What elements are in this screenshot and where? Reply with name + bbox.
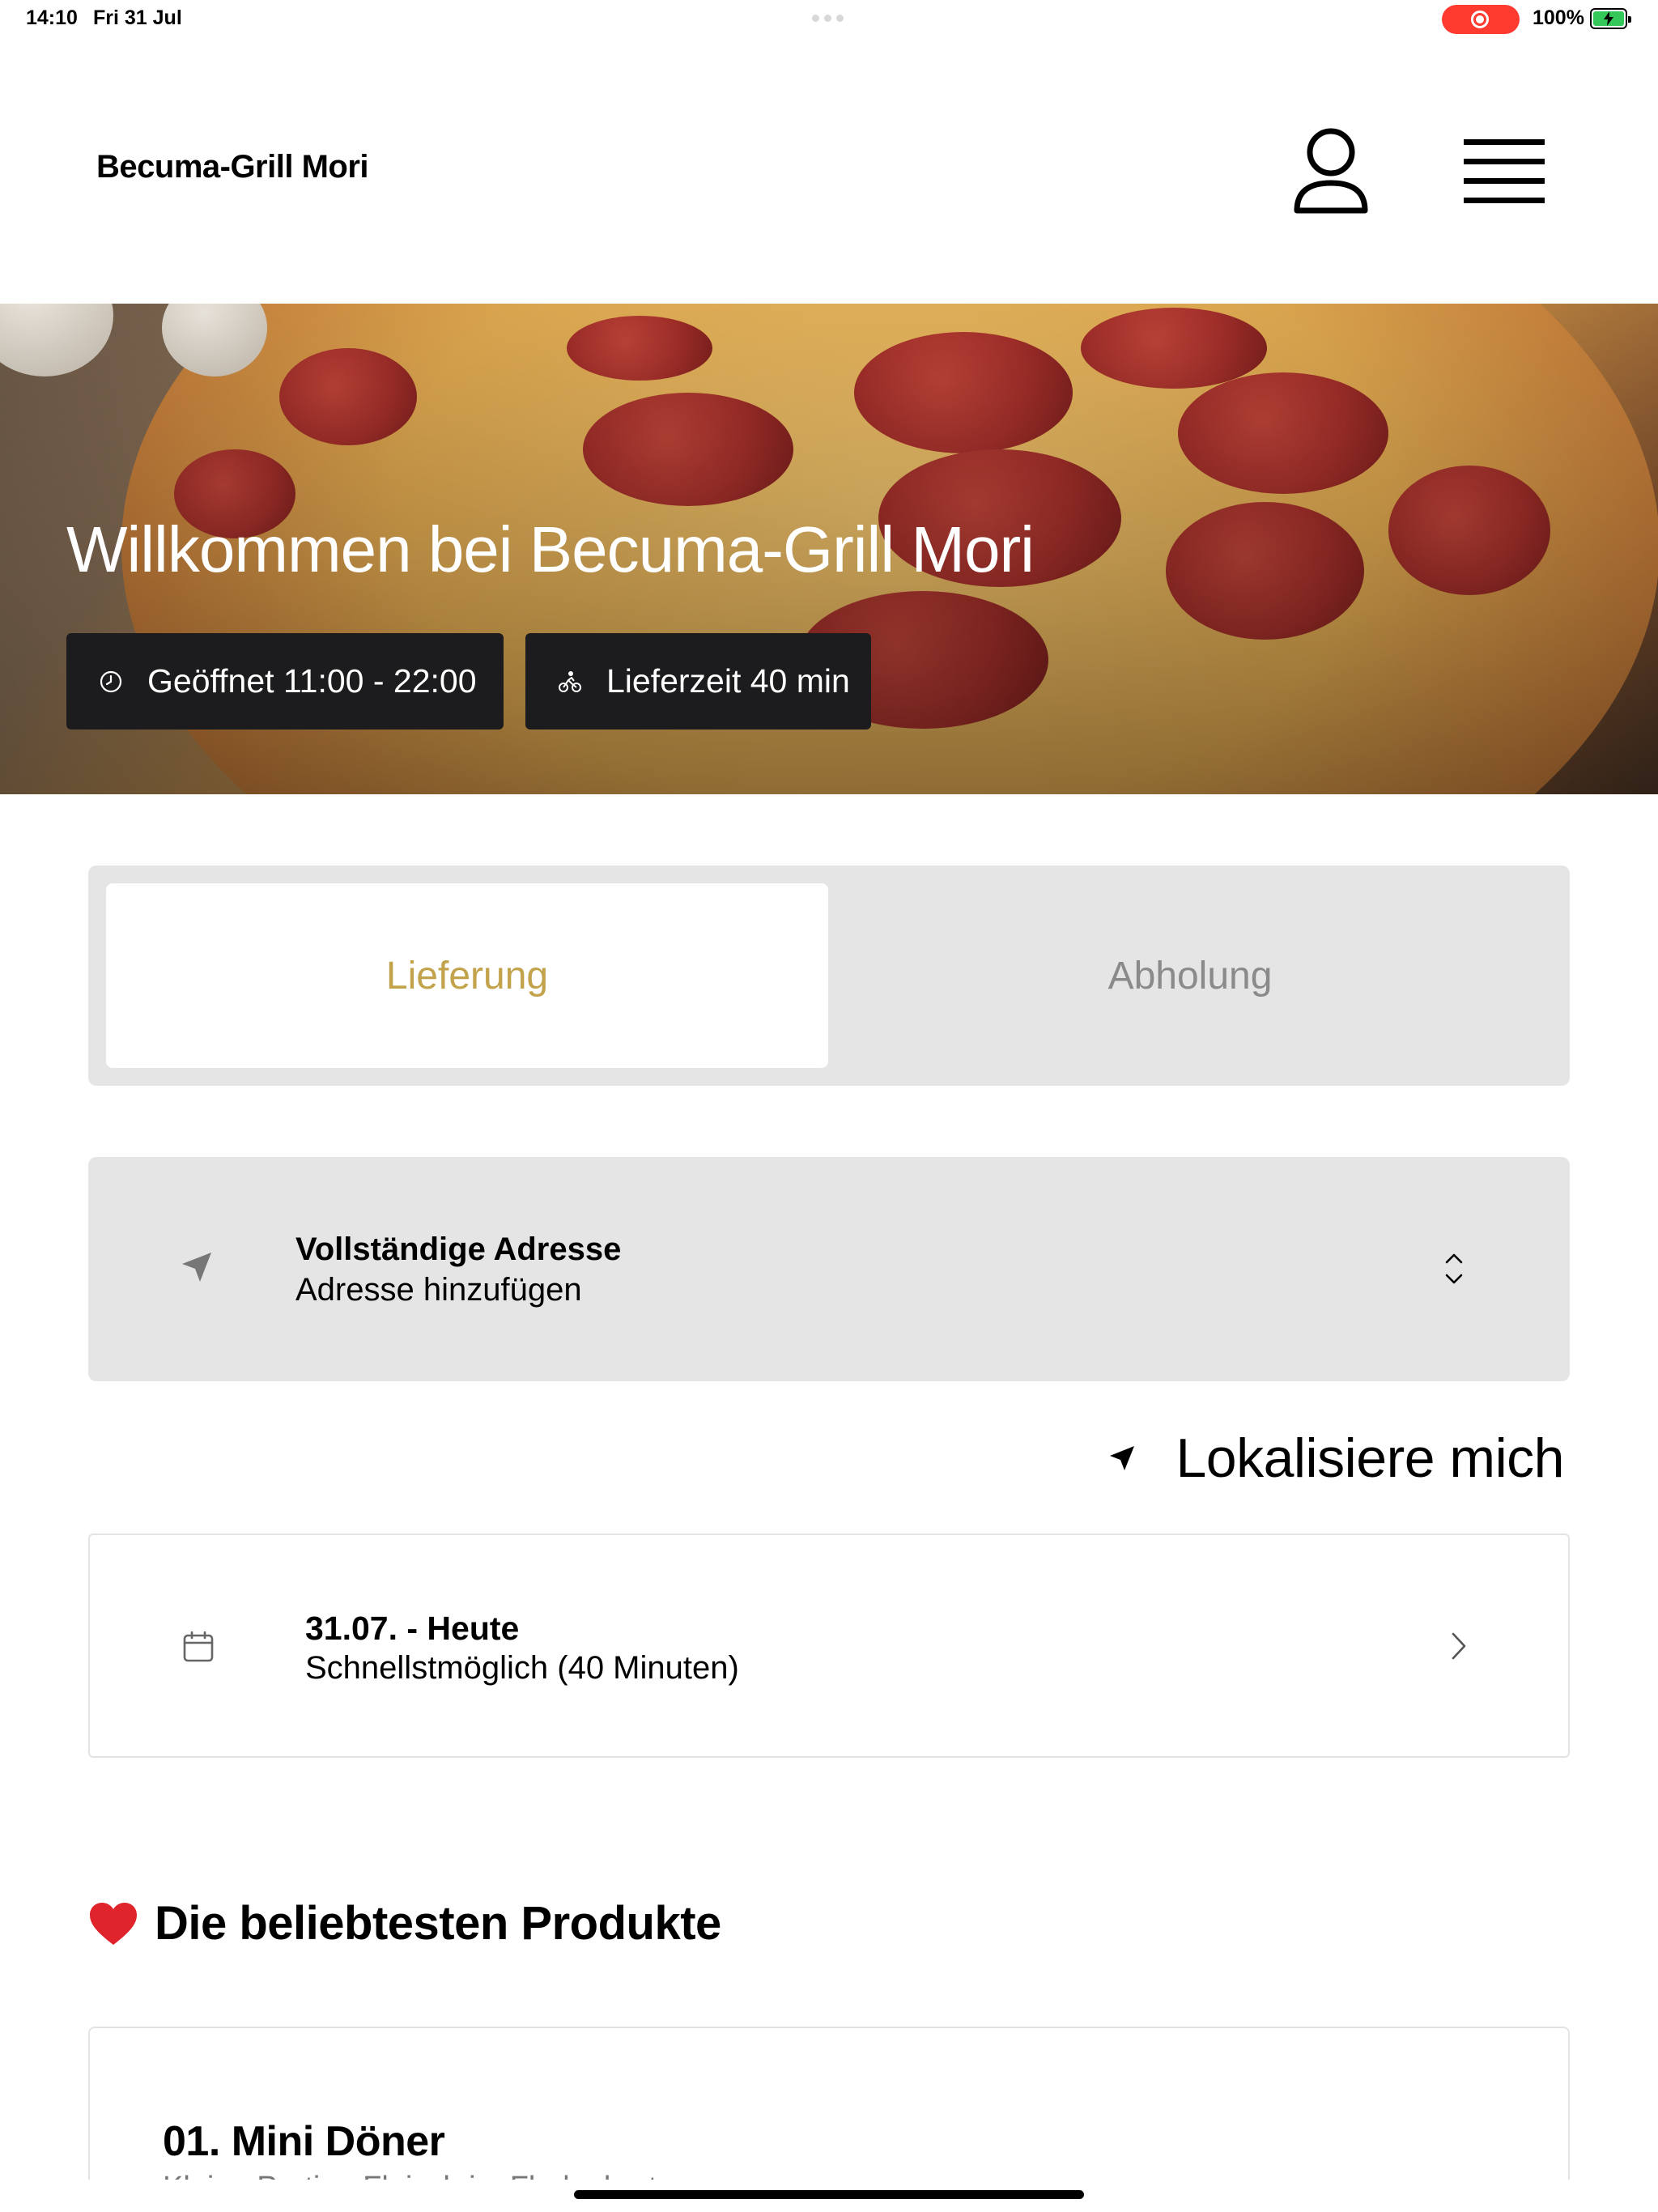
heart-icon [90, 1902, 137, 1945]
user-icon[interactable] [1292, 126, 1370, 217]
address-selector[interactable]: Vollständige Adresse Adresse hinzufügen [88, 1157, 1570, 1381]
chevron-right-icon [1452, 1632, 1466, 1660]
locate-me-button[interactable]: Lokalisiere mich [1107, 1427, 1564, 1490]
address-label: Vollständige Adresse [295, 1231, 622, 1267]
delivery-time-selector[interactable]: 31.07. - Heute Schnellstmöglich (40 Minu… [88, 1534, 1570, 1758]
tab-delivery[interactable]: Lieferung [106, 883, 828, 1068]
delivery-time-badge: Lieferzeit 40 min [525, 633, 871, 730]
delivery-time-text: Lieferzeit 40 min [606, 662, 850, 700]
battery-percentage: 100% [1533, 6, 1584, 29]
navigation-arrow-icon [182, 1253, 211, 1282]
location-arrow-icon [1110, 1446, 1135, 1470]
order-mode-toggle: Lieferung Abholung [88, 866, 1570, 1086]
home-indicator[interactable] [574, 2190, 1084, 2199]
hero-banner: Willkommen bei Becuma-Grill Mori Geöffne… [0, 304, 1658, 794]
battery-icon [1590, 8, 1631, 29]
bicycle-icon [559, 670, 581, 692]
popular-products-heading: Die beliebtesten Produkte [88, 1896, 721, 1950]
delivery-date: 31.07. - Heute [305, 1610, 520, 1647]
clock-icon [100, 670, 122, 692]
brand-name[interactable]: Becuma-Grill Mori [96, 149, 369, 185]
tab-pickup[interactable]: Abholung [829, 883, 1551, 1068]
status-bar: 14:10 Fri 31 Jul 100% [0, 0, 1658, 39]
locate-me-label: Lokalisiere mich [1175, 1427, 1564, 1489]
delivery-time-option: Schnellstmöglich (40 Minuten) [305, 1650, 739, 1686]
product-name: 01. Mini Döner [163, 2118, 445, 2165]
hero-title: Willkommen bei Becuma-Grill Mori [66, 513, 1035, 585]
chevron-up-down-icon [1445, 1253, 1463, 1284]
popular-products-title: Die beliebtesten Produkte [155, 1897, 721, 1950]
screen-recording-icon[interactable] [1442, 5, 1520, 34]
status-date: Fri 31 Jul [93, 6, 182, 29]
address-placeholder: Adresse hinzufügen [295, 1272, 582, 1308]
hamburger-menu-icon[interactable] [1464, 136, 1545, 206]
multitasking-dots-icon[interactable] [812, 15, 844, 22]
status-time: 14:10 [26, 6, 78, 29]
calendar-icon [183, 1631, 214, 1662]
app-screen: 14:10 Fri 31 Jul 100% Becuma-Grill Mori [0, 0, 1658, 2212]
opening-hours-badge: Geöffnet 11:00 - 22:00 [66, 633, 504, 730]
opening-hours-text: Geöffnet 11:00 - 22:00 [147, 662, 477, 700]
